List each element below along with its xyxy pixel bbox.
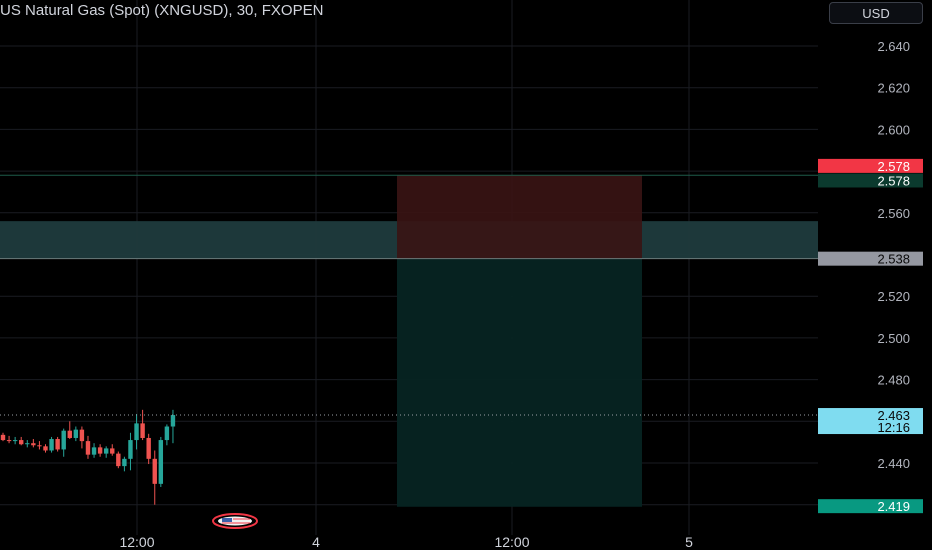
price-axis-tick-label: 2.480	[877, 373, 910, 388]
candle-body	[55, 439, 60, 450]
candle-body	[170, 415, 176, 427]
candle-body	[49, 439, 54, 451]
bar-countdown-label: 12:16	[877, 420, 910, 435]
candle-body	[12, 440, 18, 442]
candle-body	[128, 440, 133, 459]
stop-price-tag-label: 2.578	[877, 159, 910, 174]
time-axis-tick-label: 12:00	[494, 534, 529, 550]
candle-body	[110, 448, 115, 454]
candle-body	[61, 430, 66, 450]
price-axis-tick-label: 2.600	[877, 122, 910, 137]
price-chart[interactable]: 2.640 2.620 2.600 2.560 2.520 2.500 2.480 2.440…	[0, 0, 932, 550]
time-axis-tick-label: 4	[312, 534, 320, 550]
candle-body	[25, 443, 30, 445]
candle-body	[91, 447, 97, 455]
candle-body	[103, 448, 109, 454]
currency-button[interactable]: USD	[829, 2, 923, 24]
candle-body	[6, 440, 12, 442]
candle-body	[116, 453, 121, 467]
price-axis-tick-label: 2.500	[877, 331, 910, 346]
price-axis-tick-label: 2.520	[877, 289, 910, 304]
candle-body	[97, 447, 103, 454]
line-price-tag-label: 2.578	[877, 173, 910, 188]
symbol-title[interactable]: US Natural Gas (Spot) (XNGUSD), 30, FXOP…	[0, 2, 323, 19]
candle-body	[158, 440, 164, 484]
price-axis-tick-label: 2.440	[877, 456, 910, 471]
candle-body	[152, 458, 157, 484]
price-axis-tick-label: 2.560	[877, 206, 910, 221]
candle-body	[67, 430, 72, 438]
candle-body	[37, 445, 42, 447]
candle-body	[73, 429, 79, 438]
candle-body	[79, 429, 85, 442]
entry-price-tag-label: 2.538	[877, 252, 910, 267]
candle-body	[140, 423, 145, 438]
time-axis-tick-label: 5	[685, 534, 693, 550]
candle-body	[31, 443, 36, 446]
time-axis-tick-label: 12:00	[119, 534, 154, 550]
candle-body	[134, 423, 139, 441]
price-axis-tick-label: 2.620	[877, 81, 910, 96]
candle-body	[146, 437, 151, 459]
candle-body	[43, 446, 48, 451]
short-position-reward-box[interactable]	[397, 258, 642, 507]
price-axis-tick-label: 2.640	[877, 39, 910, 54]
candle-body	[19, 440, 24, 445]
candle-body	[164, 426, 170, 441]
target-price-tag-label: 2.419	[877, 499, 910, 514]
candle-body	[0, 434, 6, 441]
short-position-risk-box[interactable]	[397, 175, 642, 259]
candle-body	[122, 458, 127, 467]
candle-body	[85, 441, 91, 455]
